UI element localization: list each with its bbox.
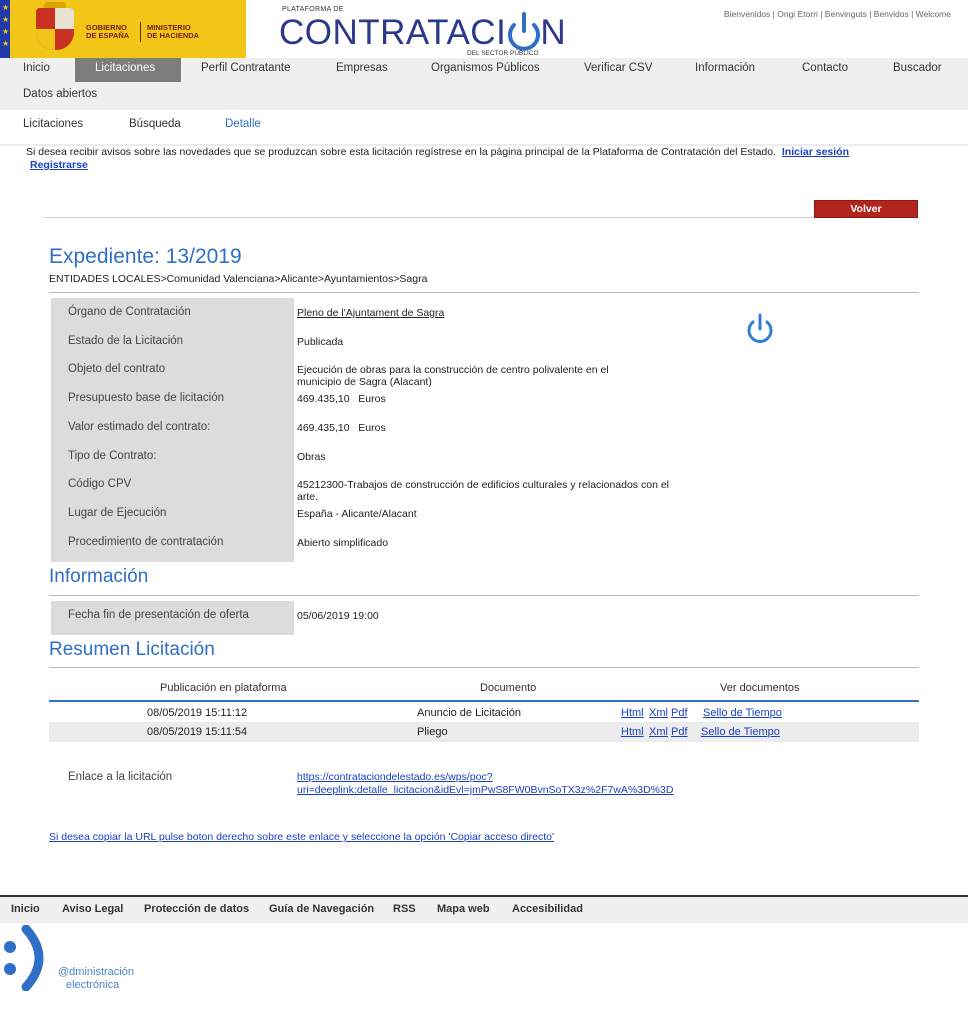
- field-value-procedimiento: Abierto simplificado: [297, 537, 389, 549]
- field-label-estado: Estado de la Licitación: [68, 335, 184, 347]
- eu-flag-icon: ★ ★ ★ ★: [0, 0, 10, 58]
- section-title-informacion: Información: [49, 566, 149, 587]
- footer-rss[interactable]: RSS: [393, 903, 416, 915]
- html-link[interactable]: Html: [621, 707, 644, 719]
- nav-contacto[interactable]: Contacto: [802, 62, 848, 74]
- field-label-valor-estimado: Valor estimado del contrato:: [68, 421, 211, 433]
- field-label-lugar: Lugar de Ejecución: [68, 507, 167, 519]
- section-title-resumen: Resumen Licitación: [49, 639, 215, 660]
- row-document: Pliego: [417, 726, 448, 738]
- brand-subtitle: DEL SECTOR PÚBLICO: [467, 50, 539, 57]
- power-logo-icon: [508, 12, 540, 51]
- subnav-detalle[interactable]: Detalle: [225, 118, 261, 130]
- nav-perfil-contratante[interactable]: Perfil Contratante: [201, 62, 291, 74]
- divider: [43, 217, 919, 218]
- field-value-valor-estimado: 469.435,10 Euros: [297, 422, 386, 434]
- sub-navigation: Licitaciones Búsqueda Detalle: [0, 112, 968, 146]
- nav-organismos-publicos[interactable]: Organismos Públicos: [431, 62, 540, 74]
- enlace-label: Enlace a la licitación: [68, 771, 173, 783]
- breadcrumb: ENTIDADES LOCALES>Comunidad Valenciana>A…: [49, 273, 428, 285]
- column-header-ver-documentos: Ver documentos: [720, 682, 800, 694]
- row-date: 08/05/2019 15:11:54: [147, 726, 248, 738]
- divider: [49, 292, 919, 293]
- footer-proteccion-datos[interactable]: Protección de datos: [144, 903, 249, 915]
- field-value-cpv: 45212300-Trabajos de construcción de edi…: [297, 479, 669, 503]
- field-label-fecha-fin: Fecha fin de presentación de oferta: [68, 609, 249, 621]
- nav-informacion[interactable]: Información: [695, 62, 755, 74]
- pdf-link[interactable]: Pdf: [671, 726, 688, 738]
- divider: [49, 667, 919, 668]
- xml-link[interactable]: Xml: [649, 707, 668, 719]
- coat-of-arms-icon: [36, 8, 74, 50]
- subscription-notice: Si desea recibir avisos sobre las noveda…: [26, 146, 926, 172]
- ae-logo-text: @dministración: [58, 966, 134, 978]
- sello-tiempo-link[interactable]: Sello de Tiempo: [703, 707, 782, 719]
- footer-mapa-web[interactable]: Mapa web: [437, 903, 490, 915]
- nav-verificar-csv[interactable]: Verificar CSV: [584, 62, 652, 74]
- field-label-procedimiento: Procedimiento de contratación: [68, 536, 224, 548]
- field-value-tipo: Obras: [297, 451, 326, 463]
- field-label-tipo: Tipo de Contrato:: [68, 450, 157, 462]
- field-label-cpv: Código CPV: [68, 478, 132, 490]
- nav-datos-abiertos[interactable]: Datos abiertos: [23, 88, 97, 100]
- subnav-licitaciones[interactable]: Licitaciones: [23, 118, 83, 130]
- footer-accesibilidad[interactable]: Accesibilidad: [512, 903, 583, 915]
- footer-guia-navegacion[interactable]: Guía de Navegación: [269, 903, 374, 915]
- divider: [140, 22, 141, 42]
- footer-aviso-legal[interactable]: Aviso Legal: [62, 903, 123, 915]
- organo-link[interactable]: Pleno de l'Ajuntament de Sagra: [297, 307, 444, 319]
- nav-inicio[interactable]: Inicio: [23, 62, 50, 74]
- notice-text: Si desea recibir avisos sobre las noveda…: [26, 146, 777, 158]
- field-value-objeto: Ejecución de obras para la construcción …: [297, 364, 609, 388]
- page-title: Expediente: 13/2019: [49, 245, 242, 268]
- field-value-fecha-fin: 05/06/2019 19:00: [297, 610, 379, 622]
- ae-logo-text: electrónica: [66, 979, 120, 991]
- volver-button[interactable]: Volver: [814, 200, 918, 218]
- html-link[interactable]: Html: [621, 726, 644, 738]
- table-header-rule: [49, 700, 919, 702]
- login-link[interactable]: Iniciar sesión: [782, 146, 849, 158]
- field-value-presupuesto: 469.435,10 Euros: [297, 393, 386, 405]
- row-document: Anuncio de Licitación: [417, 707, 521, 719]
- nav-buscador[interactable]: Buscador: [893, 62, 942, 74]
- register-link[interactable]: Registrarse: [30, 159, 88, 171]
- xml-link[interactable]: Xml: [649, 726, 668, 738]
- footer-navigation: Inicio Aviso Legal Protección de datos G…: [0, 897, 968, 923]
- divider: [49, 595, 919, 596]
- language-welcome[interactable]: Bienvenidos | Ongi Etorri | Benvinguts |…: [724, 9, 951, 19]
- field-label-objeto: Objeto del contrato: [68, 363, 166, 375]
- sello-tiempo-link[interactable]: Sello de Tiempo: [701, 726, 780, 738]
- power-icon: [747, 313, 773, 343]
- column-header-documento: Documento: [480, 682, 537, 694]
- row-date: 08/05/2019 15:11:12: [147, 707, 248, 719]
- nav-empresas[interactable]: Empresas: [336, 62, 388, 74]
- footer-inicio[interactable]: Inicio: [11, 903, 40, 915]
- copy-url-hint-link[interactable]: Si desea copiar la URL pulse boton derec…: [49, 831, 554, 843]
- government-label: GOBIERNO DE ESPAÑA: [86, 23, 130, 40]
- brand-prefix: PLATAFORMA DE: [282, 6, 344, 13]
- field-value-lugar: España - Alicante/Alacant: [297, 508, 417, 520]
- column-header-publicacion: Publicación en plataforma: [160, 682, 287, 694]
- subnav-busqueda[interactable]: Búsqueda: [129, 118, 181, 130]
- field-label-organo: Órgano de Contratación: [68, 306, 191, 318]
- ministry-label: MINISTERIO DE HACIENDA: [147, 23, 200, 40]
- field-value-estado: Publicada: [297, 336, 344, 348]
- licitacion-url-link[interactable]: https://contrataciondelestado.es/wps/poc…: [297, 771, 673, 797]
- administracion-electronica-logo-icon[interactable]: [0, 925, 60, 991]
- pdf-link[interactable]: Pdf: [671, 707, 688, 719]
- field-label-presupuesto: Presupuesto base de licitación: [68, 392, 224, 404]
- main-navigation: Inicio Licitaciones Perfil Contratante E…: [0, 58, 968, 110]
- nav-licitaciones[interactable]: Licitaciones: [95, 62, 155, 74]
